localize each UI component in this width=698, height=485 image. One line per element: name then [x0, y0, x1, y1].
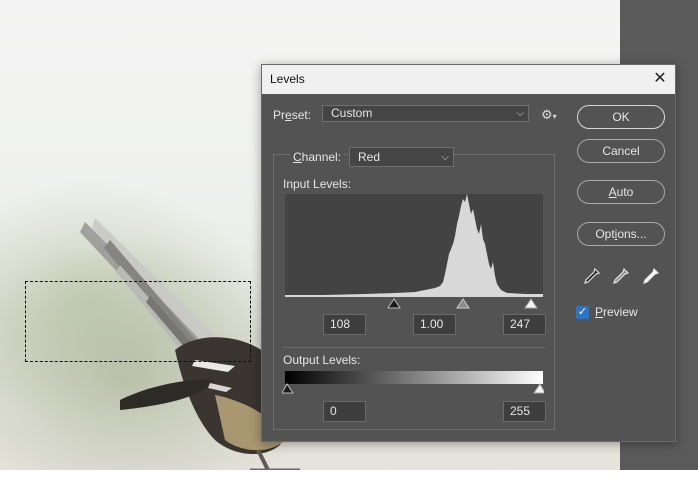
- histogram: [285, 194, 543, 297]
- cancel-button[interactable]: Cancel: [577, 139, 665, 163]
- close-icon[interactable]: ✕: [649, 68, 671, 90]
- input-white-field[interactable]: 247: [503, 314, 546, 335]
- channel-value: Red: [358, 150, 381, 164]
- histogram-graph: [285, 194, 543, 297]
- options-button[interactable]: Options...: [577, 222, 665, 246]
- preset-dropdown[interactable]: Custom ⌵: [322, 105, 529, 122]
- ok-button[interactable]: OK: [577, 105, 665, 129]
- gear-icon[interactable]: ⚙▾: [541, 107, 557, 123]
- output-white-field[interactable]: 255: [503, 401, 546, 422]
- input-gamma-field[interactable]: 1.00: [413, 314, 456, 335]
- output-black-slider: [282, 383, 294, 394]
- channel-dropdown[interactable]: Red ⌵: [349, 147, 454, 167]
- divider: [283, 347, 545, 348]
- input-black-slider: [387, 298, 401, 309]
- output-slider-track[interactable]: [282, 383, 544, 397]
- input-black-field[interactable]: 108: [323, 314, 366, 335]
- input-gamma-slider: [456, 298, 470, 309]
- input-white-slider: [524, 298, 538, 309]
- output-black-field[interactable]: 0: [323, 401, 366, 422]
- input-levels-label: Input Levels:: [283, 177, 352, 191]
- input-slider-track[interactable]: [284, 297, 544, 311]
- dialog-title: Levels: [270, 72, 305, 86]
- preset-label: Preset:: [273, 108, 312, 122]
- preview-label[interactable]: Preview: [595, 305, 638, 319]
- white-point-eyedropper-icon[interactable]: [642, 267, 660, 285]
- histogram-fill: [285, 194, 543, 297]
- preview-checkbox[interactable]: ✓: [576, 306, 589, 319]
- black-point-eyedropper-icon[interactable]: [583, 267, 601, 285]
- output-white-slider: [533, 383, 544, 394]
- canvas-bottom-edge: [0, 470, 698, 485]
- dialog-titlebar[interactable]: Levels ✕: [262, 65, 675, 94]
- output-levels-label: Output Levels:: [283, 353, 361, 367]
- chevron-down-icon: ⌵: [441, 152, 449, 163]
- channel-label: Channel:: [290, 150, 345, 164]
- auto-button[interactable]: Auto: [577, 180, 665, 204]
- gray-point-eyedropper-icon[interactable]: [612, 267, 630, 285]
- marquee-selection[interactable]: [25, 281, 251, 362]
- chevron-down-icon: ⌵: [516, 108, 524, 119]
- preset-value: Custom: [331, 106, 373, 120]
